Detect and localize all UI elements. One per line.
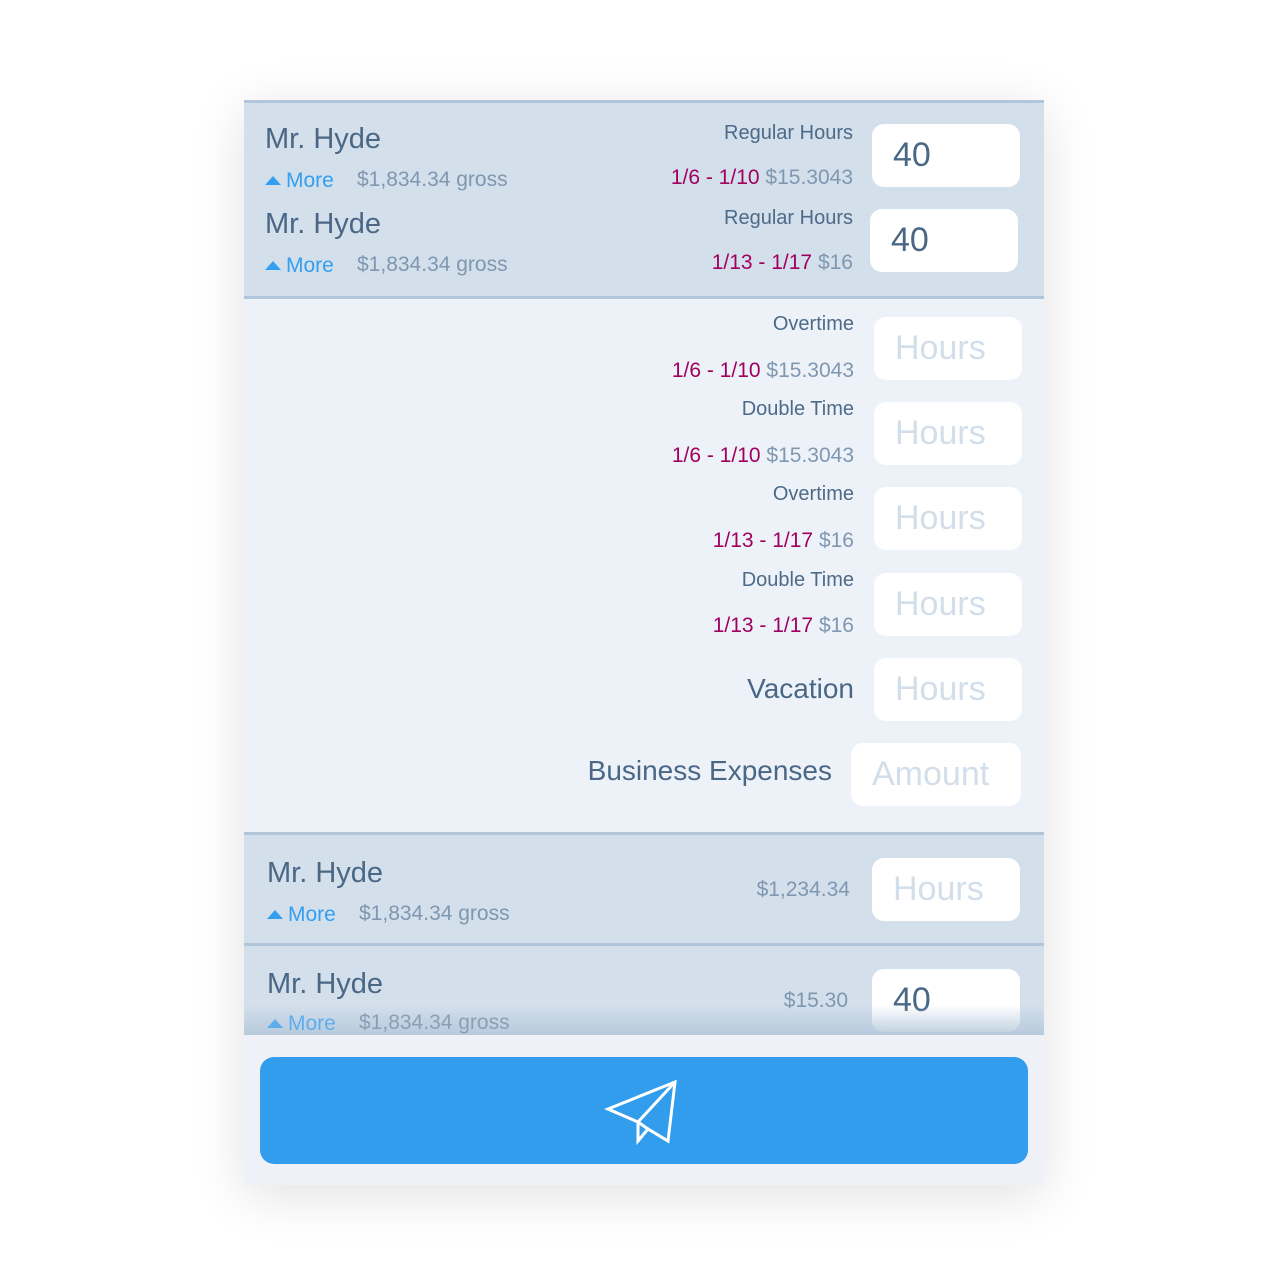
employee-name: Mr. Hyde bbox=[267, 857, 384, 889]
more-toggle[interactable]: More bbox=[265, 254, 334, 278]
business-expenses-label: Business Expenses bbox=[587, 755, 832, 786]
detail-label: Overtime bbox=[772, 313, 854, 335]
employee-row[interactable]: Mr. Hyde More $1,834.34 gross $1,234.34 bbox=[244, 835, 1044, 943]
caret-up-icon bbox=[265, 176, 281, 185]
detail-rate: 1/13 - 1/17 $16 bbox=[712, 614, 854, 637]
caret-down-icon bbox=[267, 1019, 283, 1028]
double-time-hours-input[interactable] bbox=[874, 402, 1022, 465]
detail-label: Double Time bbox=[741, 398, 854, 420]
send-button[interactable] bbox=[260, 1057, 1028, 1164]
pay-type-label: Regular Hours bbox=[724, 207, 853, 229]
caret-down-icon bbox=[267, 910, 283, 919]
vacation-label: Vacation bbox=[747, 673, 854, 704]
employee-header: Mr. Hyde More $1,834.34 gross Regular Ho… bbox=[244, 103, 1044, 297]
gross-pay: $1,834.34 gross bbox=[359, 902, 510, 925]
amount: $15.30 bbox=[783, 989, 848, 1012]
gross-pay: $1,834.34 gross bbox=[357, 168, 508, 191]
employee-row[interactable]: Mr. Hyde More $1,834.34 gross $15.30 bbox=[244, 946, 1044, 1035]
amount: $1,234.34 bbox=[756, 878, 850, 901]
detail-rate: 1/6 - 1/10 $15.3043 bbox=[671, 359, 854, 382]
pay-rate: 1/6 - 1/10 $15.3043 bbox=[670, 166, 853, 189]
detail-label: Overtime bbox=[772, 483, 854, 505]
employee-name: Mr. Hyde bbox=[267, 968, 384, 1000]
detail-rate: 1/13 - 1/17 $16 bbox=[712, 529, 854, 552]
hours-input[interactable] bbox=[872, 858, 1020, 921]
employee-name: Mr. Hyde bbox=[265, 208, 382, 240]
double-time-hours-input[interactable] bbox=[874, 573, 1022, 636]
regular-hours-input[interactable] bbox=[872, 124, 1020, 187]
regular-hours-input[interactable] bbox=[870, 209, 1018, 272]
more-toggle[interactable]: More bbox=[265, 169, 334, 193]
payroll-card: Mr. Hyde More $1,834.34 gross Regular Ho… bbox=[244, 100, 1044, 1185]
employee-name: Mr. Hyde bbox=[265, 123, 382, 155]
caret-up-icon bbox=[265, 261, 281, 270]
gross-pay: $1,834.34 gross bbox=[357, 253, 508, 276]
gross-pay: $1,834.34 gross bbox=[359, 1011, 510, 1034]
paper-plane-icon bbox=[604, 1079, 677, 1145]
hours-input[interactable] bbox=[872, 969, 1020, 1032]
detail-rate: 1/6 - 1/10 $15.3043 bbox=[671, 444, 854, 467]
pay-rate: 1/13 - 1/17 $16 bbox=[711, 251, 853, 274]
more-toggle[interactable]: More bbox=[267, 1012, 336, 1036]
overtime-hours-input[interactable] bbox=[874, 487, 1022, 550]
pay-type-label: Regular Hours bbox=[724, 122, 853, 144]
vacation-hours-input[interactable] bbox=[874, 658, 1022, 721]
more-toggle[interactable]: More bbox=[267, 903, 336, 927]
details-panel: Overtime 1/6 - 1/10 $15.3043 Double Time… bbox=[244, 299, 1044, 832]
business-expenses-input[interactable] bbox=[851, 743, 1021, 806]
detail-label: Double Time bbox=[741, 569, 854, 591]
overtime-hours-input[interactable] bbox=[874, 317, 1022, 380]
